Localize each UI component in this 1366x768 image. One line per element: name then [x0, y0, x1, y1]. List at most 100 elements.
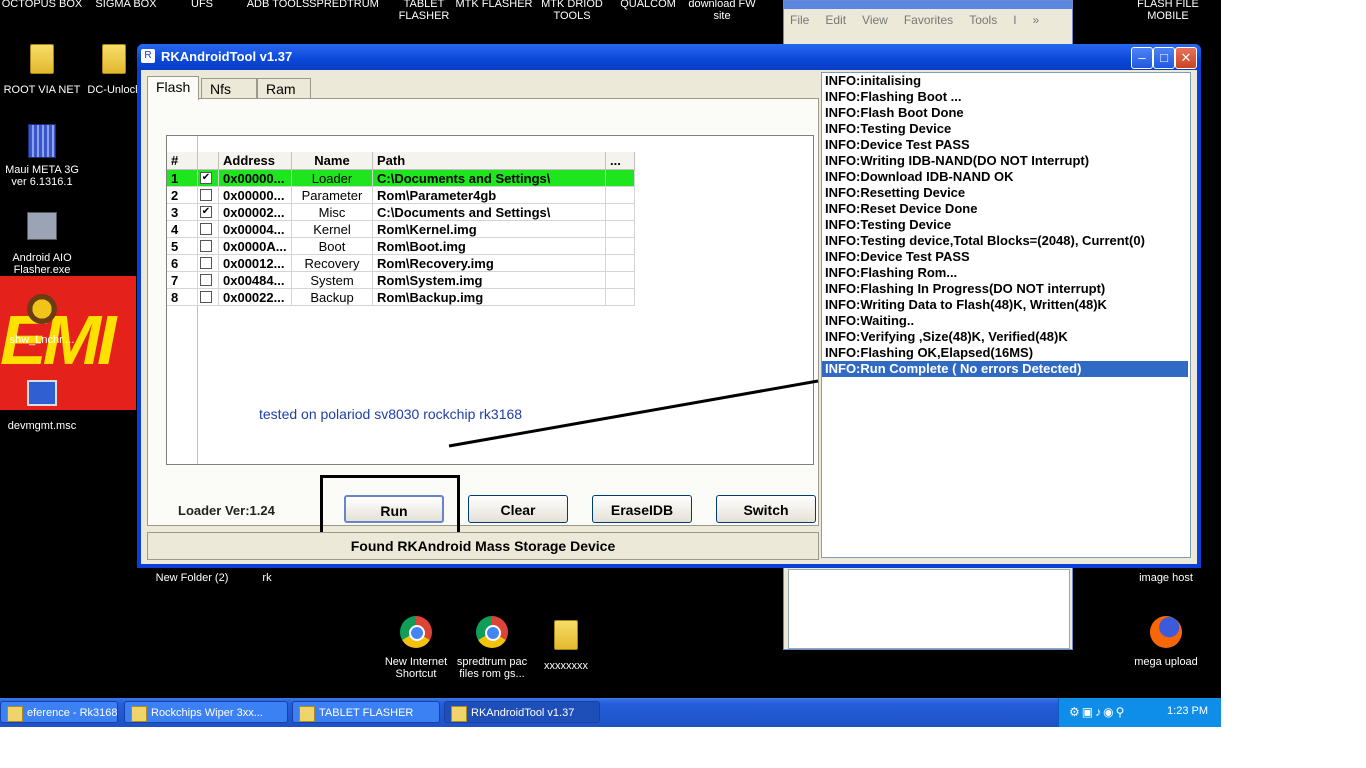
desktop-icon-new-folder-2[interactable]: New Folder (2) — [150, 572, 234, 584]
row-browse[interactable] — [605, 186, 635, 204]
column-header-check[interactable] — [197, 152, 219, 170]
desktop-icon-maui-meta[interactable]: Maui META 3G ver 6.1316.1 — [0, 124, 84, 188]
row-browse[interactable] — [605, 288, 635, 306]
taskbar-task[interactable]: TABLET FLASHER — [292, 701, 440, 723]
row-address[interactable]: 0x00022... — [218, 288, 292, 306]
row-checkbox[interactable] — [200, 240, 212, 252]
row-checkbox-cell[interactable]: ✔ — [197, 203, 219, 221]
row-checkbox[interactable] — [200, 189, 212, 201]
desktop-icon-new-internet-shortcut[interactable]: New Internet Shortcut — [374, 616, 458, 680]
row-path[interactable]: Rom\Boot.img — [372, 237, 606, 255]
row-path[interactable]: Rom\Recovery.img — [372, 254, 606, 272]
clear-button[interactable]: Clear — [468, 495, 568, 523]
tab-nfs[interactable]: Nfs — [201, 78, 257, 99]
row-checkbox[interactable] — [200, 223, 212, 235]
tab-ram[interactable]: Ram — [257, 78, 311, 99]
eraseidb-button[interactable]: EraseIDB — [592, 495, 692, 523]
row-address[interactable]: 0x00000... — [218, 169, 292, 187]
row-name[interactable]: Boot — [291, 237, 373, 255]
minimize-button[interactable]: – — [1131, 47, 1153, 69]
row-checkbox[interactable] — [200, 257, 212, 269]
switch-button[interactable]: Switch — [716, 495, 816, 523]
row-browse[interactable] — [605, 254, 635, 272]
desktop-top-label[interactable]: SIGMA BOX — [84, 0, 168, 10]
tablet-flasher-menu-item[interactable]: Tools — [969, 13, 997, 27]
log-panel[interactable]: INFO:initalising INFO:Flashing Boot ... IN… — [821, 72, 1191, 558]
row-checkbox[interactable]: ✔ — [200, 206, 212, 218]
desktop-icon-rk[interactable]: rk — [225, 572, 309, 584]
desktop-top-label[interactable]: FLASH FILE MOBILE — [1126, 0, 1210, 22]
tablet-flasher-menu-item[interactable]: » — [1033, 13, 1040, 27]
row-address[interactable]: 0x00012... — [218, 254, 292, 272]
row-path[interactable]: Rom\Backup.img — [372, 288, 606, 306]
row-address[interactable]: 0x00000... — [218, 186, 292, 204]
taskbar-task[interactable]: eference - Rk3168 ... — [0, 701, 118, 723]
row-checkbox[interactable]: ✔ — [200, 172, 212, 184]
column-header-name[interactable]: Name — [291, 152, 373, 170]
table-row[interactable]: 1 ✔ 0x00000... Loader C:\Documents and Setti… — [167, 169, 635, 187]
tablet-flasher-menu-item[interactable]: Favorites — [904, 13, 953, 27]
row-name[interactable]: Parameter — [291, 186, 373, 204]
row-browse[interactable] — [605, 271, 635, 289]
desktop-top-label[interactable]: UFS — [160, 0, 244, 10]
row-checkbox[interactable] — [200, 274, 212, 286]
row-address[interactable]: 0x00002... — [218, 203, 292, 221]
column-header-address[interactable]: Address — [218, 152, 292, 170]
row-path[interactable]: Rom\Kernel.img — [372, 220, 606, 238]
desktop-top-label[interactable]: SPREDTRUM — [302, 0, 386, 10]
table-row[interactable]: 6 0x00012... Recovery Rom\Recovery.img — [167, 254, 635, 272]
desktop-icon-mega-upload[interactable]: mega upload — [1124, 616, 1208, 668]
desktop-icon-spredtrum-pac[interactable]: spredtrum pac files rom gs... — [450, 616, 534, 680]
maximize-button[interactable]: □ — [1153, 47, 1175, 69]
table-row[interactable]: 8 0x00022... Backup Rom\Backup.img — [167, 288, 635, 306]
column-header-number[interactable]: # — [167, 152, 198, 170]
tablet-flasher-menu-item[interactable]: Edit — [825, 13, 846, 27]
window-title-bar[interactable]: R RKAndroidTool v1.37 – □ ✕ — [137, 44, 1201, 70]
clock[interactable]: 1:23 PM — [1167, 705, 1208, 717]
row-path[interactable]: C:\Documents and Settings\ — [372, 203, 606, 221]
row-browse[interactable] — [605, 203, 635, 221]
row-checkbox-cell[interactable]: ✔ — [197, 169, 219, 187]
row-path[interactable]: Rom\Parameter4gb — [372, 186, 606, 204]
row-name[interactable]: Recovery — [291, 254, 373, 272]
taskbar-task[interactable]: Rockchips Wiper 3xx... — [124, 701, 288, 723]
tablet-flasher-menu-item[interactable]: View — [862, 13, 888, 27]
desktop-icon-shw-lnchr[interactable]: shw_Lnchr.... — [0, 290, 84, 346]
table-row[interactable]: 3 ✔ 0x00002... Misc C:\Documents and Setting… — [167, 203, 635, 221]
desktop-icon-android-aio[interactable]: Android AIO Flasher.exe — [0, 206, 84, 276]
row-address[interactable]: 0x00004... — [218, 220, 292, 238]
row-address[interactable]: 0x0000A... — [218, 237, 292, 255]
desktop-icon-image-host[interactable]: image host — [1124, 572, 1208, 584]
desktop-top-label[interactable]: OCTOPUS BOX — [0, 0, 84, 10]
row-name[interactable]: Misc — [291, 203, 373, 221]
row-checkbox[interactable] — [200, 291, 212, 303]
row-checkbox-cell[interactable] — [197, 220, 219, 238]
row-name[interactable]: System — [291, 271, 373, 289]
close-button[interactable]: ✕ — [1175, 47, 1197, 69]
tab-flash[interactable]: Flash — [147, 76, 200, 100]
tray-icons[interactable]: ⚙▣♪◉⚲ — [1069, 705, 1126, 719]
row-name[interactable]: Backup — [291, 288, 373, 306]
row-checkbox-cell[interactable] — [197, 288, 219, 306]
column-header-path[interactable]: Path — [372, 152, 606, 170]
taskbar-task[interactable]: RKAndroidTool v1.37 — [444, 701, 600, 723]
table-row[interactable]: 7 0x00484... System Rom\System.img — [167, 271, 635, 289]
row-checkbox-cell[interactable] — [197, 271, 219, 289]
row-browse[interactable] — [605, 237, 635, 255]
row-name[interactable]: Kernel — [291, 220, 373, 238]
tablet-flasher-menu-item[interactable]: File — [790, 13, 809, 27]
desktop-icon-devmgmt[interactable]: devmgmt.msc — [0, 372, 84, 432]
tablet-flasher-menu-item[interactable]: I — [1013, 13, 1016, 27]
desktop-top-label[interactable]: MTK FLASHER — [452, 0, 536, 10]
row-path[interactable]: C:\Documents and Settings\ — [372, 169, 606, 187]
row-checkbox-cell[interactable] — [197, 237, 219, 255]
row-browse[interactable] — [605, 169, 635, 187]
row-name[interactable]: Loader — [291, 169, 373, 187]
desktop-top-label[interactable]: MTK DRIOD TOOLS — [530, 0, 614, 22]
table-row[interactable]: 2 0x00000... Parameter Rom\Parameter4gb — [167, 186, 635, 204]
desktop-top-label[interactable]: QUALCOM — [606, 0, 690, 10]
row-address[interactable]: 0x00484... — [218, 271, 292, 289]
desktop-icon-xxxxxxxx[interactable]: xxxxxxxx — [524, 616, 608, 672]
table-row[interactable]: 5 0x0000A... Boot Rom\Boot.img — [167, 237, 635, 255]
tablet-flasher-title-bar[interactable] — [784, 1, 1072, 9]
